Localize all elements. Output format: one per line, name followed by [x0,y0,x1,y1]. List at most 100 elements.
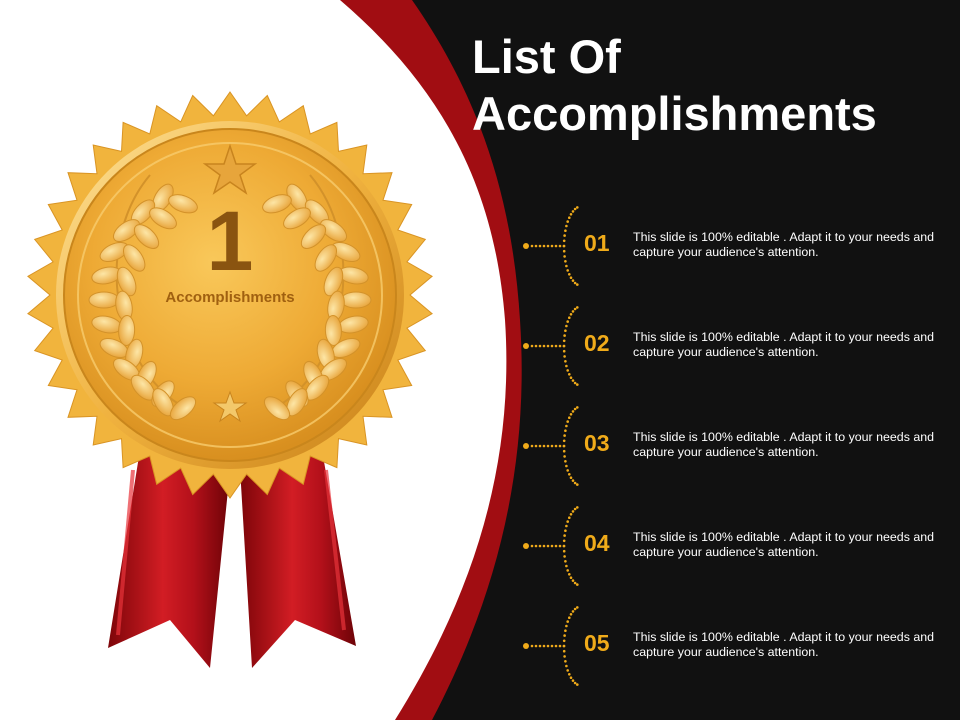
connector-dot [546,444,550,448]
bracket-dot [564,460,567,463]
bracket-dot [565,264,568,268]
bracket-dot [565,664,568,668]
connector-dot [534,244,538,248]
connector-dot [558,444,562,448]
bracket-dot [566,320,569,323]
list-item: 01 This slide is 100% editable . Adapt i… [520,201,960,291]
bracket-dot [562,244,566,248]
connector-dot [542,444,546,448]
bracket-dot [573,507,577,511]
connector-dot [554,444,558,448]
dotted-connector-icon [523,306,579,386]
connector-dot [554,544,558,548]
medal-label: Accomplishments [165,289,295,306]
item-description: This slide is 100% editable . Adapt it t… [633,230,935,259]
bracket-dot [562,439,566,443]
bracket-dot [573,381,577,385]
bracket-dot [569,213,573,216]
bracket-dot [564,229,567,232]
bracket-dot [564,429,567,432]
bracket-dot [562,539,566,543]
bracket-dot [571,579,575,582]
bracket-dot [568,473,571,476]
connector-dot [546,644,550,648]
bracket-dot [566,469,569,472]
connector-dot [538,244,542,248]
bracket-dot [573,481,577,485]
connector-dot [538,644,542,648]
connector-dot [538,444,542,448]
bracket-dot [573,607,577,611]
bracket-dot [566,269,569,272]
bracket-dot [568,516,571,519]
bracket-dot [563,455,566,458]
title-line-2: Accomplishments [472,87,877,140]
bracket-dot [562,344,566,348]
connector-dot [530,444,534,448]
connector-dot [546,244,550,248]
laurel-leaf-right-outer [340,291,372,309]
laurel-leaf-left-outer [88,291,120,309]
bracket-dot [563,434,566,437]
connector-end-dot [523,643,529,649]
bracket-dot [568,673,571,676]
bracket-dot [562,444,566,448]
bracket-dot [573,581,577,585]
bracket-dot [565,464,568,468]
list-item: 04 This slide is 100% editable . Adapt i… [520,501,960,591]
item-description: This slide is 100% editable . Adapt it t… [633,630,935,659]
bracket-dot [573,681,577,685]
connector-dot [550,544,554,548]
bracket-dot [562,639,566,643]
bracket-dot [563,634,566,637]
connector-dot [530,644,534,648]
bracket-dot [565,364,568,368]
bracket-dot [571,410,575,413]
medal-number: 1 [206,194,254,288]
connector-dot [550,444,554,448]
bracket-dot [566,420,569,423]
connector-dot [530,244,534,248]
bracket-dot [565,424,568,428]
connector-dot [534,444,538,448]
bracket-dot [576,506,579,509]
bracket-dot [571,379,575,382]
connector-end-dot [523,243,529,249]
bracket-dot [566,220,569,223]
bracket-dot [568,573,571,576]
bracket-dot [568,616,571,619]
connector-end-dot [523,443,529,449]
bracket-dot [571,679,575,682]
list-item: 02 This slide is 100% editable . Adapt i… [520,301,960,391]
dotted-connector-icon [523,506,579,586]
connector-dot [538,544,542,548]
page-title: List Of Accomplishments [472,28,942,142]
bracket-dot [571,279,575,282]
bracket-dot [563,655,566,658]
dotted-connector-icon [523,206,579,286]
bracket-dot [565,224,568,228]
bracket-dot [573,407,577,411]
bracket-dot [571,610,575,613]
connector-end-dot [523,543,529,549]
bracket-dot [562,544,566,548]
bracket-dot [576,283,579,286]
bracket-dot [569,476,573,479]
bracket-dot [569,513,573,516]
bracket-dot [568,273,571,276]
connector-dot [534,644,538,648]
bracket-dot [562,239,566,243]
bracket-dot [569,676,573,679]
bracket-dot [568,373,571,376]
connector-dot [542,544,546,548]
connector-dot [550,644,554,648]
bracket-dot [564,560,567,563]
bracket-dot [562,449,566,453]
bracket-dot [576,583,579,586]
bracket-dot [568,216,571,219]
bracket-dot [568,316,571,319]
bracket-dot [565,564,568,568]
bracket-dot [566,369,569,372]
connector-dot [546,544,550,548]
bracket-dot [563,534,566,537]
